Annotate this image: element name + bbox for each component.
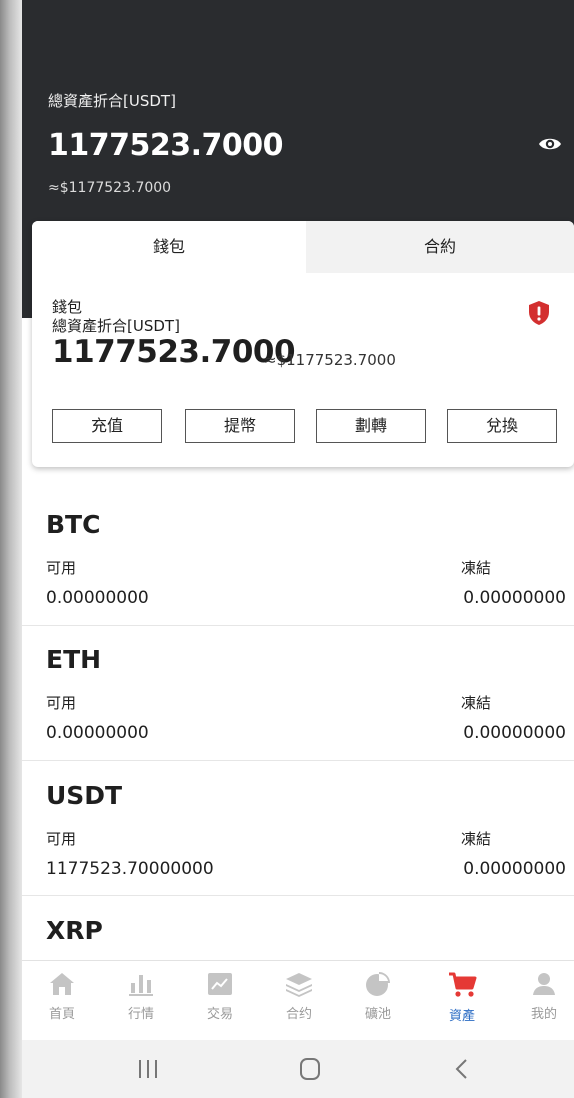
nav-item-home[interactable]: 首頁: [32, 971, 92, 1022]
user-icon: [533, 973, 555, 995]
nav-label: 資產: [448, 1009, 475, 1024]
wallet-approx: ≈$1177523.7000: [264, 351, 396, 369]
nav-label: 交易: [206, 1007, 233, 1022]
nav-label: 我的: [530, 1007, 557, 1022]
available-value: 0.00000000: [46, 588, 149, 608]
frozen-value: 0.00000000: [463, 859, 566, 879]
market-icon: [129, 975, 153, 996]
nav-item-trade[interactable]: 交易: [190, 971, 250, 1022]
wallet-amount: 1177523.7000: [52, 334, 296, 370]
cart-icon: [449, 972, 477, 997]
coin-name: USDT: [46, 781, 123, 810]
coin-name: BTC: [46, 510, 101, 539]
wallet-total-label: 總資產折合[USDT]: [52, 317, 180, 335]
withdraw-button[interactable]: 提幣: [185, 409, 295, 443]
deposit-button[interactable]: 充值: [52, 409, 162, 443]
total-assets-approx: ≈$1177523.7000: [48, 180, 172, 196]
shield-alert-icon[interactable]: [528, 300, 550, 326]
wallet-label: 錢包: [52, 298, 83, 316]
home-button-icon[interactable]: [298, 1057, 322, 1081]
nav-label: 首頁: [48, 1007, 75, 1022]
total-assets-label: 總資產折合[USDT]: [48, 92, 176, 110]
transfer-button[interactable]: 劃轉: [316, 409, 426, 443]
nav-item-profile[interactable]: 我的: [514, 971, 574, 1022]
available-value: 0.00000000: [46, 723, 149, 743]
eye-icon[interactable]: [536, 130, 564, 158]
coin-name: ETH: [46, 645, 102, 674]
divider: [22, 625, 574, 626]
available-label: 可用: [46, 559, 77, 577]
nav-label: 行情: [127, 1007, 154, 1022]
nav-item-assets[interactable]: 資產: [432, 971, 492, 1024]
frozen-value: 0.00000000: [463, 723, 566, 743]
available-value: 1177523.70000000: [46, 859, 214, 879]
frozen-label: 凍結: [461, 694, 492, 712]
home-icon: [50, 973, 74, 995]
coin-row-usdt[interactable]: USDT 可用 凍結 1177523.70000000 0.00000000: [22, 776, 574, 896]
left-edge: [0, 0, 22, 1098]
total-assets-amount: 1177523.7000: [48, 128, 284, 163]
available-label: 可用: [46, 830, 77, 848]
divider: [22, 760, 574, 761]
nav-item-contract[interactable]: 合约: [269, 971, 329, 1022]
recent-apps-icon[interactable]: [136, 1058, 160, 1080]
trade-icon: [208, 973, 232, 995]
back-icon[interactable]: [452, 1058, 472, 1080]
app-screen: 總資產折合[USDT] 1177523.7000 ≈$1177523.7000 …: [22, 0, 574, 1098]
frozen-label: 凍結: [461, 830, 492, 848]
divider: [22, 895, 574, 896]
exchange-button[interactable]: 兌換: [447, 409, 557, 443]
coin-row-eth[interactable]: ETH 可用 凍結 0.00000000 0.00000000: [22, 640, 574, 760]
nav-item-market[interactable]: 行情: [111, 971, 171, 1022]
pool-icon: [366, 972, 390, 996]
nav-item-pool[interactable]: 礦池: [348, 971, 408, 1022]
bottom-nav: 首頁 行情 交易 合约 礦池 資產 我的: [22, 960, 574, 1041]
account-tabs: 錢包 合約: [32, 221, 574, 273]
contract-icon: [286, 973, 312, 997]
tab-contract[interactable]: 合約: [306, 221, 574, 273]
coin-name: XRP: [46, 916, 103, 945]
frozen-label: 凍結: [461, 559, 492, 577]
coin-row-xrp[interactable]: XRP: [22, 911, 574, 960]
nav-label: 合约: [285, 1007, 312, 1022]
coin-row-btc[interactable]: BTC 可用 凍結 0.00000000 0.00000000: [22, 505, 574, 625]
tab-wallet[interactable]: 錢包: [32, 221, 306, 273]
system-nav-bar: [22, 1040, 574, 1098]
wallet-card: 錢包 合約 錢包 總資產折合[USDT] 1177523.7000 ≈$1177…: [32, 221, 574, 467]
available-label: 可用: [46, 694, 77, 712]
nav-label: 礦池: [364, 1007, 391, 1022]
frozen-value: 0.00000000: [463, 588, 566, 608]
